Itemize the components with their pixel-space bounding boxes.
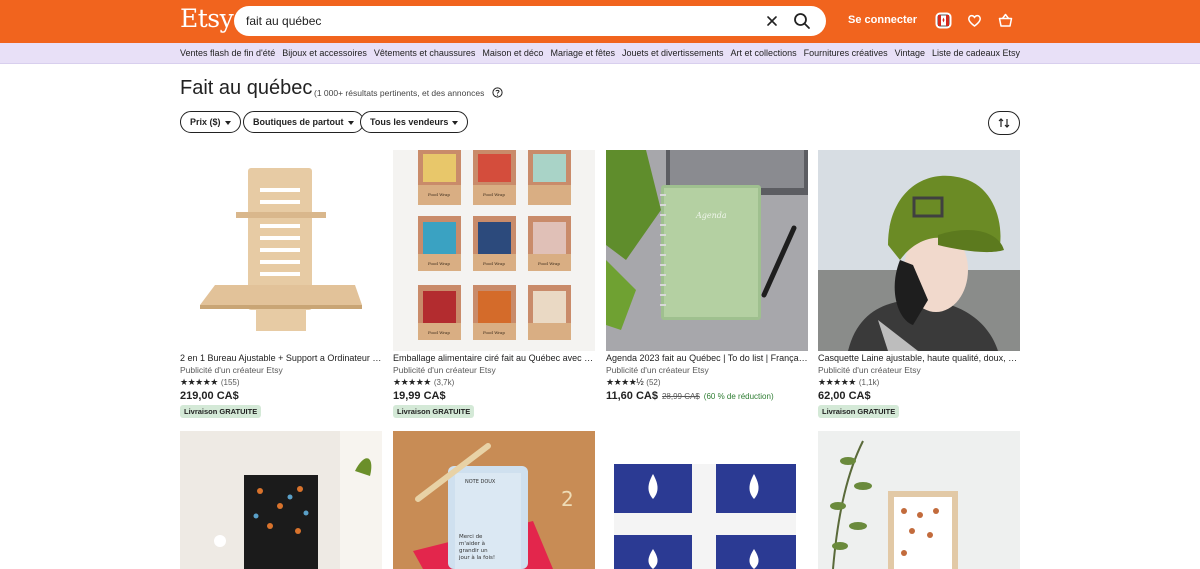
svg-text:2: 2 <box>561 487 574 511</box>
listing-image[interactable] <box>606 431 808 569</box>
review-count: (3,7k) <box>433 378 455 387</box>
review-count: (1,1k) <box>858 378 880 387</box>
star-rating-icon: ★★★★★ <box>818 377 856 387</box>
cart-basket-icon[interactable] <box>997 12 1014 29</box>
category-link[interactable]: Maison et déco <box>482 48 543 58</box>
card-line: m'aider à <box>459 540 485 547</box>
listing-title[interactable]: 2 en 1 Bureau Ajustable + Support a Ordi… <box>180 353 382 363</box>
listing-image[interactable]: Food Wrap Food Wrap Food Wrap Food Wrap … <box>393 150 595 351</box>
listing-title[interactable]: Agenda 2023 fait au Québec | To do list … <box>606 353 808 363</box>
listing-image[interactable] <box>180 431 382 569</box>
wrap-label: Food Wrap <box>428 261 450 266</box>
ad-label: Publicité d'un créateur Etsy <box>393 365 496 375</box>
card-line: grandir un <box>459 548 488 554</box>
listing-image[interactable] <box>180 150 382 351</box>
free-shipping-badge: Livraison GRATUITE <box>393 405 475 418</box>
wrap-label: Food Wrap <box>483 192 505 197</box>
seller-filter-label: Tous les vendeurs <box>370 117 449 127</box>
wrap-label: Food Wrap <box>483 261 505 266</box>
listing-image[interactable] <box>818 150 1020 351</box>
chevron-down-icon <box>224 120 231 125</box>
favorites-heart-icon[interactable] <box>966 12 983 29</box>
category-link[interactable]: Vintage <box>895 48 925 58</box>
wrap-label: Food Wrap <box>428 192 450 197</box>
category-link[interactable]: Vêtements et chaussures <box>374 48 476 58</box>
seller-filter[interactable]: Tous les vendeurs <box>360 111 469 133</box>
wrap-label: Food Wrap <box>538 261 560 266</box>
ad-label: Publicité d'un créateur Etsy <box>606 365 709 375</box>
category-link[interactable]: Fournitures créatives <box>804 48 888 58</box>
star-rating-icon: ★★★★★ <box>393 377 431 387</box>
rating: ★★★★★ (1,1k) <box>818 377 879 388</box>
category-link[interactable]: Ventes flash de fin d'été <box>180 48 275 58</box>
card-title: NOTE DOUX <box>465 479 496 485</box>
price-row: 219,00 CA$ <box>180 390 239 402</box>
price: 219,00 CA$ <box>180 390 239 402</box>
price-filter-label: Prix ($) <box>190 117 221 127</box>
wrap-label: Food Wrap <box>483 330 505 335</box>
price: 62,00 CA$ <box>818 390 871 402</box>
price-row: 19,99 CA$ <box>393 390 446 402</box>
star-rating-icon: ★★★★½ <box>606 377 644 387</box>
star-rating-icon: ★★★★★ <box>180 377 218 387</box>
listing-image[interactable]: NOTE DOUX Merci de m'aider à grandir un … <box>393 431 595 569</box>
category-link[interactable]: Bijoux et accessoires <box>282 48 367 58</box>
sort-button[interactable] <box>988 111 1020 135</box>
rating: ★★★★★ (3,7k) <box>393 377 454 388</box>
free-shipping-badge: Livraison GRATUITE <box>818 405 900 418</box>
page-title: Fait au québec <box>180 77 313 99</box>
rating: ★★★★½ (52) <box>606 377 661 388</box>
original-price: 28,99 CA$ <box>661 392 700 401</box>
listing-image[interactable] <box>818 431 1020 569</box>
top-header: Etsy Se connecter <box>0 0 1200 43</box>
price-row: 11,60 CA$ 28,99 CA$ (60 % de réduction) <box>606 390 774 402</box>
price-row: 62,00 CA$ <box>818 390 871 402</box>
ad-label: Publicité d'un créateur Etsy <box>180 365 283 375</box>
card-line: jour à la fois! <box>458 554 495 561</box>
price-filter[interactable]: Prix ($) <box>180 111 241 133</box>
price: 19,99 CA$ <box>393 390 446 402</box>
search-input[interactable] <box>246 12 726 30</box>
notebook-text: Agenda <box>695 211 727 220</box>
signin-link[interactable]: Se connecter <box>848 14 917 26</box>
card-line: Merci de <box>459 534 483 540</box>
price: 11,60 CA$ <box>606 390 658 402</box>
wrap-label: Food Wrap <box>428 330 450 335</box>
sort-arrows-icon <box>998 118 1010 128</box>
category-link[interactable]: Mariage et fêtes <box>550 48 615 58</box>
listing-image[interactable]: Agenda <box>606 150 808 351</box>
shop-location-filter[interactable]: Boutiques de partout <box>243 111 364 133</box>
etsy-logo[interactable]: Etsy <box>180 4 234 33</box>
chevron-down-icon <box>452 120 459 125</box>
review-count: (155) <box>220 378 240 387</box>
discount-label: (60 % de réduction) <box>703 392 774 401</box>
category-nav: Ventes flash de fin d'été Bijoux et acce… <box>0 43 1200 64</box>
category-link[interactable]: Jouets et divertissements <box>622 48 724 58</box>
listing-title[interactable]: Casquette Laine ajustable, haute qualité… <box>818 353 1020 363</box>
listing-title[interactable]: Emballage alimentaire ciré fait au Québe… <box>393 353 595 363</box>
help-question-icon[interactable] <box>492 87 503 98</box>
category-link[interactable]: Art et collections <box>731 48 797 58</box>
free-shipping-badge: Livraison GRATUITE <box>180 405 262 418</box>
category-link[interactable]: Liste de cadeaux Etsy <box>932 48 1020 58</box>
results-count: (1 000+ résultats pertinents, et des ann… <box>314 88 485 98</box>
clear-search-icon[interactable] <box>764 13 780 29</box>
category-list: Ventes flash de fin d'été Bijoux et acce… <box>180 48 1020 58</box>
rating: ★★★★★ (155) <box>180 377 240 388</box>
shop-location-filter-label: Boutiques de partout <box>253 117 344 127</box>
region-flag-icon[interactable] <box>935 12 952 29</box>
chevron-down-icon <box>347 120 354 125</box>
ad-label: Publicité d'un créateur Etsy <box>818 365 921 375</box>
search-bar[interactable] <box>234 6 826 36</box>
review-count: (52) <box>646 378 661 387</box>
search-icon[interactable] <box>792 11 812 31</box>
